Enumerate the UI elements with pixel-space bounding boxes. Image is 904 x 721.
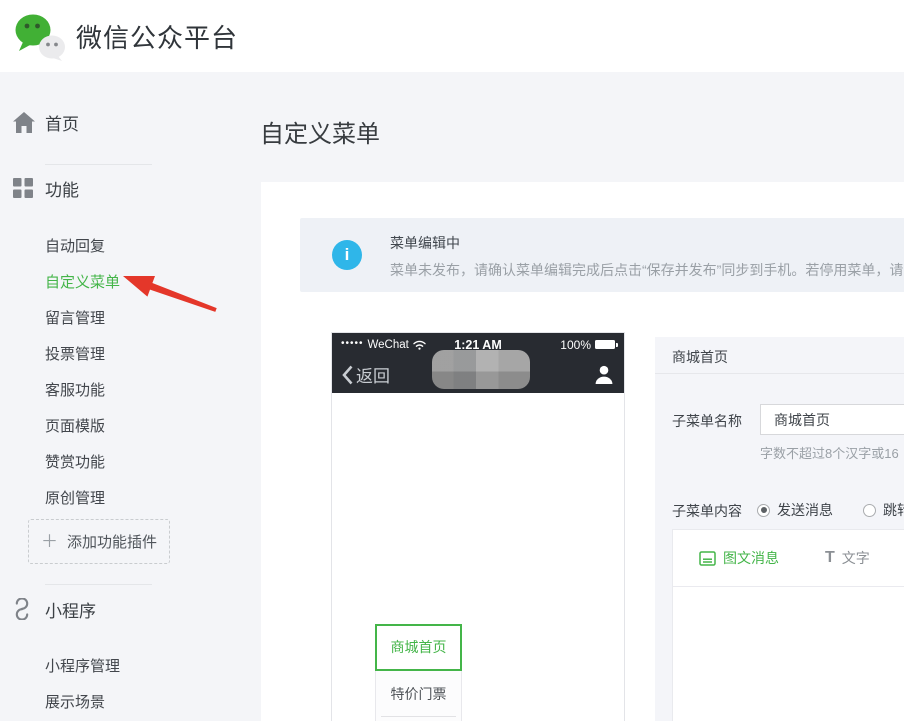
sidebar-divider: [45, 584, 152, 585]
banner-message: 菜单未发布，请确认菜单编辑完成后点击“保存并发布”同步到手机。若停用菜单，请: [390, 260, 903, 280]
sidebar-item-miniprogram-manage[interactable]: 小程序管理: [45, 655, 120, 676]
sidebar-item-page-template[interactable]: 页面模版: [45, 415, 105, 436]
add-plugin-button[interactable]: ＋ 添加功能插件: [28, 519, 170, 564]
submenu-name-label: 子菜单名称: [672, 411, 742, 431]
popup-divider: [381, 716, 456, 717]
sidebar-item-message-manage[interactable]: 留言管理: [45, 307, 105, 328]
rich-media-icon: [699, 551, 716, 566]
submenu-name-input[interactable]: [760, 404, 904, 435]
brand-link[interactable]: 微信公众平台: [12, 11, 238, 61]
chevron-left-icon: [342, 365, 353, 385]
top-header: 微信公众平台: [0, 0, 904, 72]
sidebar-item-reward[interactable]: 赞赏功能: [45, 451, 105, 472]
plus-icon: ＋: [41, 533, 58, 550]
submenu-content-label: 子菜单内容: [672, 501, 742, 521]
text-icon: T: [825, 550, 835, 566]
phone-header: ••••• WeChat 1:21 AM 100%: [332, 333, 624, 393]
radio-jump[interactable]: 跳转: [863, 500, 904, 520]
radio-icon: [863, 504, 876, 517]
sidebar-item-auto-reply[interactable]: 自动回复: [45, 235, 105, 256]
tab-text[interactable]: T 文字: [825, 548, 870, 568]
sidebar-item-custom-menu[interactable]: 自定义菜单: [45, 271, 120, 292]
phone-nav-bar: 返回: [332, 356, 624, 393]
info-icon: i: [332, 240, 362, 270]
content-type-radios: 发送消息 跳转: [757, 500, 904, 520]
message-content-box: 图文消息 T 文字: [672, 529, 904, 721]
menu-editor-card: i 菜单编辑中 菜单未发布，请确认菜单编辑完成后点击“保存并发布”同步到手机。若…: [261, 182, 904, 721]
wechat-mp-platform: 微信公众平台 首页 功能 自动回复 自定义菜单 留言管理 投票管理 客服功能 页…: [0, 0, 904, 721]
radio-send-message[interactable]: 发送消息: [757, 500, 833, 520]
panel-divider: [655, 373, 904, 374]
miniprogram-icon: [11, 598, 33, 620]
sidebar-item-original-manage[interactable]: 原创管理: [45, 487, 105, 508]
sidebar: 首页 功能 自动回复 自定义菜单 留言管理 投票管理 客服功能 页面模版 赞赏功…: [0, 72, 260, 721]
submenu-name-hint: 字数不超过8个汉字或16: [760, 443, 899, 462]
battery-percent: 100%: [560, 338, 591, 352]
person-icon: [594, 365, 614, 384]
sidebar-divider: [45, 164, 152, 165]
sidebar-item-display-scene[interactable]: 展示场景: [45, 691, 105, 712]
blurred-account-name: [432, 350, 530, 389]
back-button: 返回: [342, 362, 390, 387]
wechat-logo-icon: [12, 11, 66, 61]
sidebar-item-vote-manage[interactable]: 投票管理: [45, 343, 105, 364]
submenu-item-selected[interactable]: 商城首页: [375, 624, 462, 671]
home-icon: [13, 112, 35, 133]
radio-icon: [757, 504, 770, 517]
panel-title: 商城首页: [672, 347, 728, 367]
banner-title: 菜单编辑中: [390, 233, 460, 253]
battery-icon: [595, 340, 615, 349]
content-tabs: 图文消息 T 文字: [673, 530, 904, 587]
page-title: 自定义菜单: [260, 114, 380, 149]
submenu-edit-panel: 商城首页 子菜单名称 字数不超过8个汉字或16 子菜单内容 发送消息 跳转: [655, 337, 904, 721]
submenu-item[interactable]: 特价门票: [375, 671, 462, 721]
phone-preview: ••••• WeChat 1:21 AM 100%: [331, 332, 625, 721]
tab-rich-media[interactable]: 图文消息: [699, 548, 779, 568]
submenu-popup: 商城首页 特价门票: [375, 624, 462, 721]
sidebar-item-customer-service[interactable]: 客服功能: [45, 379, 105, 400]
grid-icon: [13, 178, 35, 198]
platform-title: 微信公众平台: [76, 18, 238, 55]
info-banner: i 菜单编辑中 菜单未发布，请确认菜单编辑完成后点击“保存并发布”同步到手机。若…: [300, 218, 904, 292]
